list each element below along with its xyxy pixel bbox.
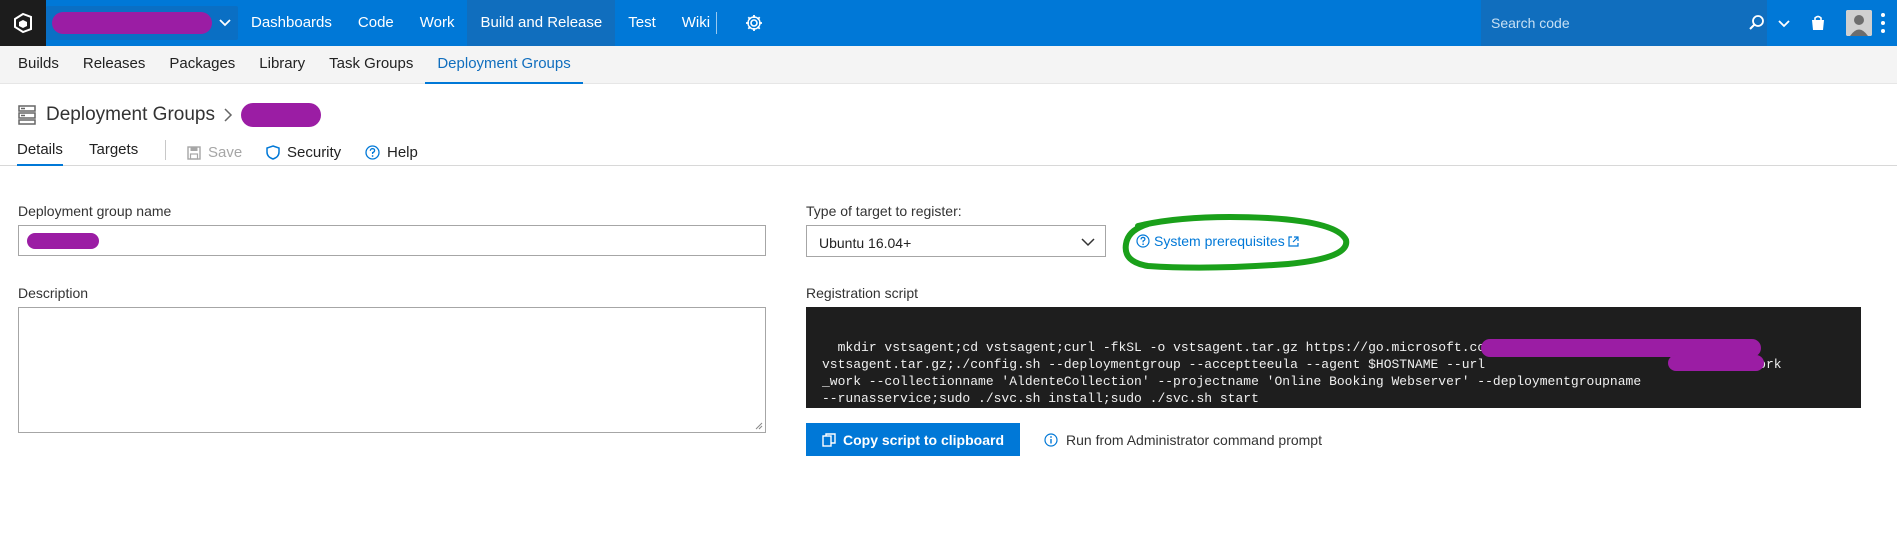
run-hint: Run from Administrator command prompt <box>1044 432 1322 448</box>
search-box <box>1481 0 1767 46</box>
main-nav: Dashboards Code Work Build and Release T… <box>238 0 723 46</box>
gear-icon[interactable] <box>744 13 764 33</box>
search-input[interactable] <box>1491 9 1711 37</box>
target-type-value: Ubuntu 16.04+ <box>819 235 912 251</box>
tab-targets[interactable]: Targets <box>89 141 138 166</box>
tab-details[interactable]: Details <box>17 141 63 166</box>
target-type-select[interactable]: Ubuntu 16.04+ <box>806 225 1106 257</box>
external-link-icon <box>1288 235 1299 247</box>
account-selector[interactable] <box>46 6 238 40</box>
more-options-icon[interactable] <box>1880 11 1886 35</box>
security-label: Security <box>287 144 342 161</box>
system-prerequisites-link[interactable]: System prerequisites <box>1136 233 1303 249</box>
nav-code[interactable]: Code <box>345 0 407 46</box>
vsts-logo-icon <box>14 12 32 34</box>
chevron-right-icon <box>224 108 233 122</box>
registration-script-label: Registration script <box>806 285 919 301</box>
nav-dashboards[interactable]: Dashboards <box>238 0 345 46</box>
copy-script-label: Copy script to clipboard <box>842 431 1004 448</box>
description-label: Description <box>18 285 89 301</box>
vsts-logo[interactable] <box>0 0 46 46</box>
toolbar-divider <box>165 140 166 160</box>
redacted-group-name <box>240 103 321 127</box>
user-icon <box>1846 10 1872 36</box>
group-name-field[interactable] <box>18 225 766 256</box>
chevron-down-icon <box>1081 238 1095 247</box>
subnav-packages[interactable]: Packages <box>157 46 247 84</box>
search-scope-chevron-icon[interactable] <box>1776 15 1792 31</box>
nav-test[interactable]: Test <box>615 0 669 46</box>
system-prerequisites-label: System prerequisites <box>1154 233 1285 249</box>
server-group-icon <box>18 105 36 125</box>
toolbar: Details Targets Save Security Help <box>0 136 1897 166</box>
help-icon <box>1136 234 1150 248</box>
subnav-task-groups[interactable]: Task Groups <box>317 46 425 84</box>
shield-icon <box>266 145 280 160</box>
copy-script-button[interactable]: Copy script to clipboard <box>806 423 1020 456</box>
subnav-deployment-groups[interactable]: Deployment Groups <box>425 46 583 84</box>
nav-build-and-release[interactable]: Build and Release <box>467 0 616 46</box>
save-button[interactable]: Save <box>187 144 242 161</box>
description-field[interactable] <box>18 307 766 433</box>
sub-nav: Builds Releases Packages Library Task Gr… <box>0 46 1897 84</box>
nav-wiki[interactable]: Wiki <box>669 0 723 46</box>
target-type-label: Type of target to register: <box>806 203 962 219</box>
redacted-group-name-in-script <box>1668 355 1764 371</box>
breadcrumb: Deployment Groups <box>18 100 321 130</box>
group-name-label: Deployment group name <box>18 203 172 219</box>
copy-icon <box>822 432 836 447</box>
search-icon[interactable] <box>1748 14 1766 32</box>
nav-work[interactable]: Work <box>407 0 468 46</box>
subnav-builds[interactable]: Builds <box>6 46 71 84</box>
info-icon <box>1044 433 1058 447</box>
nav-divider <box>716 12 717 34</box>
help-button[interactable]: Help <box>365 144 418 161</box>
security-button[interactable]: Security <box>266 144 341 161</box>
chevron-down-icon <box>219 19 231 27</box>
run-hint-text: Run from Administrator command prompt <box>1066 432 1322 448</box>
save-icon <box>187 145 201 160</box>
avatar[interactable] <box>1846 10 1872 36</box>
subnav-releases[interactable]: Releases <box>71 46 158 84</box>
marketplace-bag-icon[interactable] <box>1808 13 1828 33</box>
redacted-field-value <box>27 233 99 249</box>
help-icon <box>365 145 380 160</box>
top-bar: Dashboards Code Work Build and Release T… <box>0 0 1897 46</box>
page-title[interactable]: Deployment Groups <box>46 104 215 126</box>
redacted-account-name <box>52 12 212 34</box>
registration-script[interactable]: mkdir vstsagent;cd vstsagent;curl -fkSL … <box>806 307 1861 408</box>
resize-grip-icon[interactable] <box>753 420 763 430</box>
save-label: Save <box>208 144 243 161</box>
help-label: Help <box>387 144 418 161</box>
subnav-library[interactable]: Library <box>247 46 317 84</box>
